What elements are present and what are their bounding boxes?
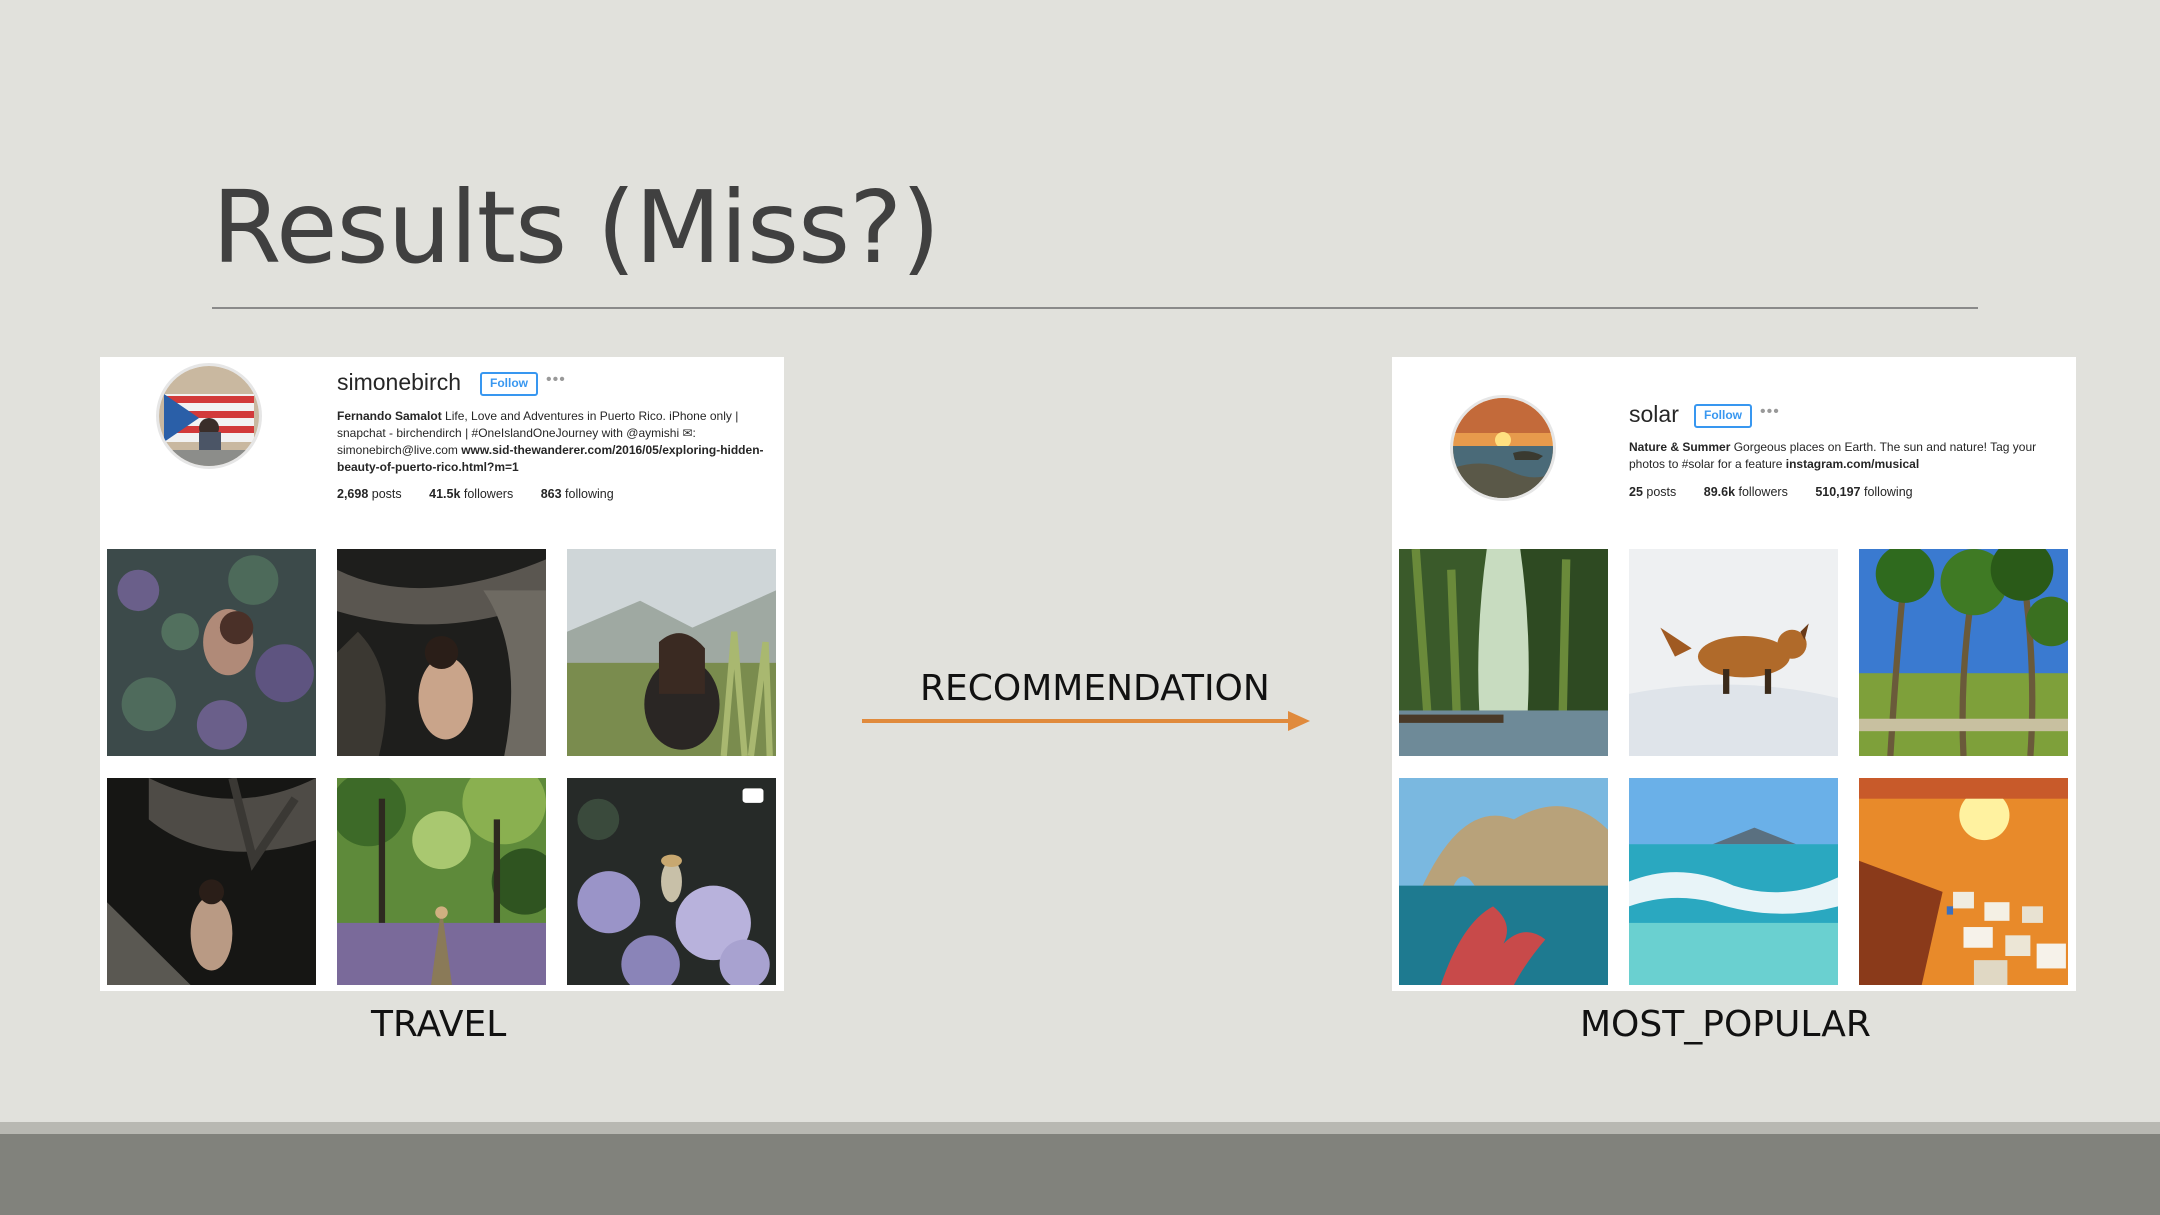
profile-username: simonebirch [337, 369, 461, 395]
follow-button[interactable]: Follow [1694, 404, 1752, 428]
profile-bio: Fernando Samalot Life, Love and Adventur… [337, 408, 777, 476]
post-thumbnail[interactable] [107, 778, 316, 985]
followers-count[interactable]: 89.6k followers [1704, 485, 1788, 499]
post-thumbnail[interactable] [1629, 778, 1838, 985]
post-thumbnail[interactable] [1399, 549, 1608, 756]
post-thumbnail[interactable] [1859, 549, 2068, 756]
post-thumbnail[interactable] [1859, 778, 2068, 985]
post-thumbnail[interactable] [1629, 549, 1838, 756]
profile-screenshot-most-popular: solar Follow ••• Nature & Summer Gorgeou… [1392, 357, 2076, 991]
followers-count[interactable]: 41.5k followers [429, 487, 513, 501]
post-thumbnail[interactable] [337, 778, 546, 985]
profile-bio: Nature & Summer Gorgeous places on Earth… [1629, 439, 2069, 473]
more-options-icon[interactable]: ••• [546, 371, 566, 389]
profile-screenshot-travel: simonebirch Follow ••• Fernando Samalot … [100, 357, 784, 991]
more-options-icon[interactable]: ••• [1760, 403, 1780, 421]
follow-button[interactable]: Follow [480, 372, 538, 396]
footer-stripe [0, 1122, 2160, 1134]
profile-stats: 25 posts 89.6k followers 510,197 followi… [1629, 485, 1937, 499]
caption-travel: TRAVEL [371, 1004, 507, 1045]
title-divider [212, 307, 1978, 309]
posts-count: 2,698 posts [337, 487, 402, 501]
bio-name: Fernando Samalot [337, 409, 442, 423]
caption-most-popular: MOST_POPULAR [1580, 1004, 1871, 1045]
footer-bar [0, 1134, 2160, 1215]
following-count[interactable]: 863 following [541, 487, 614, 501]
post-thumbnail[interactable] [567, 778, 776, 985]
slide-title: Results (Miss?) [212, 169, 940, 286]
profile-stats: 2,698 posts 41.5k followers 863 followin… [337, 487, 638, 501]
post-thumbnail[interactable] [1399, 778, 1608, 985]
profile-avatar [156, 363, 262, 469]
posts-count: 25 posts [1629, 485, 1677, 499]
bio-link[interactable]: instagram.com/musical [1786, 457, 1919, 471]
profile-username: solar [1629, 401, 1679, 427]
arrow-right-icon [862, 711, 1310, 731]
post-thumbnail[interactable] [567, 549, 776, 756]
bio-name: Nature & Summer [1629, 440, 1731, 454]
following-count[interactable]: 510,197 following [1815, 485, 1912, 499]
profile-avatar [1450, 395, 1556, 501]
recommendation-label: RECOMMENDATION [920, 668, 1270, 709]
post-thumbnail[interactable] [337, 549, 546, 756]
post-thumbnail[interactable] [107, 549, 316, 756]
